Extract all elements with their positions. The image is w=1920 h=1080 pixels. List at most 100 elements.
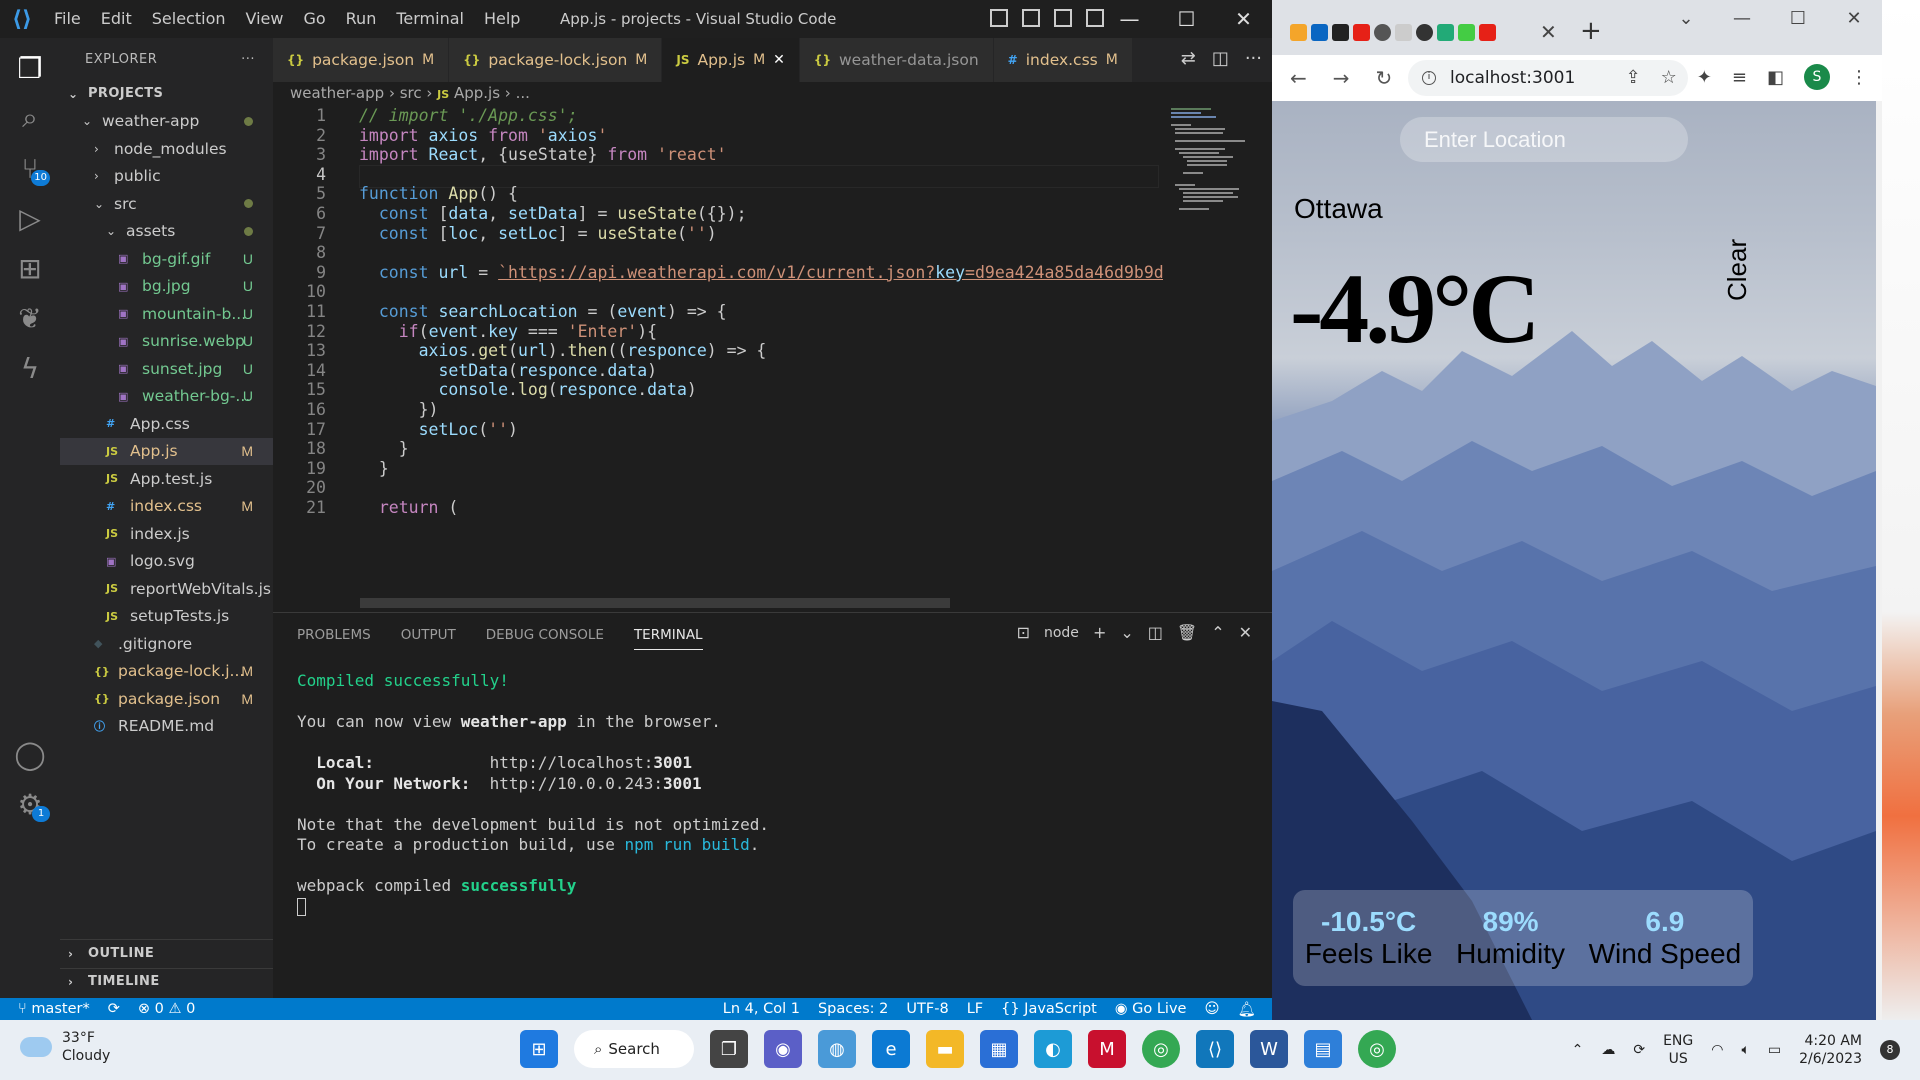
toggle-secondary-sidebar-icon[interactable] <box>1054 9 1072 27</box>
menu-run[interactable]: Run <box>336 0 387 38</box>
tree-item[interactable]: ▣ weather-bg-... U <box>60 383 273 411</box>
terminal-shell-label[interactable]: node <box>1044 625 1079 641</box>
breadcrumb-item[interactable]: src <box>400 84 422 102</box>
tree-item[interactable]: JS setupTests.js <box>60 603 273 631</box>
tree-item[interactable]: ⌄ assets <box>60 218 273 246</box>
minimap[interactable] <box>1163 106 1263 606</box>
word-icon[interactable]: W <box>1250 1030 1288 1068</box>
copilot-icon[interactable]: ◍ <box>818 1030 856 1068</box>
branch-item[interactable]: ⑂ master* <box>18 1001 90 1017</box>
new-terminal-icon[interactable]: + <box>1093 623 1106 642</box>
more-icon[interactable]: ··· <box>1245 48 1262 69</box>
feedback-icon[interactable]: ☺ <box>1204 1001 1219 1018</box>
trash-icon[interactable]: 🗑 <box>1177 623 1197 642</box>
section-projects[interactable]: ⌄ PROJECTS <box>60 80 273 108</box>
tree-item[interactable]: ◆ .gitignore <box>60 630 273 658</box>
edge-icon[interactable]: e <box>872 1030 910 1068</box>
teams-chat-icon[interactable]: ◉ <box>764 1030 802 1068</box>
breadcrumb-item[interactable]: ... <box>516 84 530 102</box>
close-icon[interactable]: ✕ <box>1215 0 1272 38</box>
explorer-icon[interactable]: ❐ <box>8 46 52 90</box>
encoding[interactable]: UTF-8 <box>906 1001 948 1018</box>
favicon-icon[interactable] <box>1416 24 1433 41</box>
compare-changes-icon[interactable]: ⇄ <box>1181 48 1196 69</box>
chrome-profile-icon[interactable]: ◎ <box>1358 1030 1396 1068</box>
tree-item[interactable]: ▣ bg.jpg U <box>60 273 273 301</box>
favicon-icon[interactable] <box>1290 24 1307 41</box>
cursor-position[interactable]: Ln 4, Col 1 <box>723 1001 800 1018</box>
tree-item[interactable]: ▣ sunset.jpg U <box>60 355 273 383</box>
eol[interactable]: LF <box>967 1001 983 1018</box>
tree-item[interactable]: › node_modules <box>60 135 273 163</box>
terminal-output[interactable]: Compiled successfully! You can now view … <box>297 671 769 917</box>
github-icon[interactable] <box>1332 24 1349 41</box>
menu-view[interactable]: View <box>236 0 294 38</box>
tree-item[interactable]: ▣ logo.svg <box>60 548 273 576</box>
tree-item[interactable]: ▣ mountain-b... U <box>60 300 273 328</box>
bookmark-star-icon[interactable]: ☆ <box>1661 67 1677 88</box>
menu-help[interactable]: Help <box>474 0 530 38</box>
location-search-input[interactable] <box>1400 117 1688 162</box>
menu-terminal[interactable]: Terminal <box>386 0 474 38</box>
sync-icon[interactable]: ⟳ <box>108 1001 120 1017</box>
chevron-down-icon[interactable]: ⌄ <box>1120 623 1133 642</box>
linkedin-icon[interactable] <box>1311 24 1328 41</box>
problems-item[interactable]: ⊗ 0 ⚠ 0 <box>138 1001 195 1017</box>
chrome-menu-icon[interactable]: ⋮ <box>1850 67 1868 88</box>
weather-widget[interactable]: 33°F Cloudy <box>20 1029 110 1065</box>
app-icon[interactable]: ◐ <box>1034 1030 1072 1068</box>
run-debug-icon[interactable]: ▷ <box>8 196 52 240</box>
section-timeline[interactable]: › TIMELINE <box>60 967 273 996</box>
maximize-panel-icon[interactable]: ⌃ <box>1211 623 1224 642</box>
tree-item[interactable]: ▣ sunrise.webp U <box>60 328 273 356</box>
tab-problems[interactable]: PROBLEMS <box>297 627 371 650</box>
editor-tab[interactable]: JS App.js M ✕ <box>662 38 800 82</box>
tree-item[interactable]: JS reportWebVitals.js <box>60 575 273 603</box>
go-live-button[interactable]: ◉ Go Live <box>1115 1001 1187 1018</box>
onedrive-icon[interactable]: ☁ <box>1601 1042 1615 1058</box>
breadcrumb-item[interactable]: App.js <box>454 84 500 102</box>
tab-terminal[interactable]: TERMINAL <box>633 627 703 650</box>
mcafee-icon[interactable]: M <box>1088 1030 1126 1068</box>
tree-item[interactable]: # App.css <box>60 410 273 438</box>
editor-tab[interactable]: {} weather-data.json <box>799 38 994 82</box>
thunder-client-icon[interactable]: ϟ <box>8 346 52 390</box>
language-mode[interactable]: {} JavaScript <box>1001 1001 1097 1018</box>
editor-horizontal-scrollbar[interactable] <box>360 598 950 608</box>
more-actions-icon[interactable]: ··· <box>241 52 255 67</box>
wifi-icon[interactable]: ◠ <box>1711 1042 1723 1058</box>
section-outline[interactable]: › OUTLINE <box>60 940 273 968</box>
reload-icon[interactable]: ↻ <box>1376 66 1393 90</box>
editor-tab[interactable]: {} package-lock.json M <box>449 38 663 82</box>
menu-edit[interactable]: Edit <box>91 0 142 38</box>
minimize-icon[interactable]: — <box>1714 8 1770 29</box>
split-terminal-icon[interactable]: ◫ <box>1148 623 1163 642</box>
code-editor[interactable]: 1 // import './App.css'; 2 import axios fro… <box>273 106 1163 606</box>
search-icon[interactable]: ⌕ <box>8 96 52 140</box>
store-icon[interactable]: ▦ <box>980 1030 1018 1068</box>
vscode-taskbar-icon[interactable]: ⟨⟩ <box>1196 1030 1234 1068</box>
notifications-bell-icon[interactable]: 🔔︎ <box>1238 1001 1256 1018</box>
close-icon[interactable]: ✕ <box>1826 8 1882 29</box>
tab-output[interactable]: OUTPUT <box>401 627 456 650</box>
close-tab-icon[interactable]: ✕ <box>1540 20 1557 44</box>
code-icon[interactable] <box>1437 24 1454 41</box>
notepad-icon[interactable]: ▤ <box>1304 1030 1342 1068</box>
youtube-icon[interactable] <box>1479 24 1496 41</box>
input-language[interactable]: ENG US <box>1663 1032 1693 1068</box>
notification-badge[interactable]: 8 <box>1880 1040 1900 1060</box>
extensions-puzzle-icon[interactable]: ✦ <box>1697 67 1712 88</box>
toggle-sidebar-icon[interactable] <box>990 9 1008 27</box>
profile-avatar[interactable]: S <box>1804 64 1830 90</box>
reading-list-icon[interactable]: ≡ <box>1732 67 1747 88</box>
tree-item[interactable]: ⌄ src <box>60 190 273 218</box>
tree-item[interactable]: {} package.json M <box>60 685 273 713</box>
start-windows-icon[interactable]: ⊞ <box>520 1030 558 1068</box>
indentation[interactable]: Spaces: 2 <box>818 1001 888 1018</box>
tree-item[interactable]: ⓘ README.md <box>60 713 273 741</box>
editor-tab[interactable]: # index.css M <box>993 38 1133 82</box>
tree-item[interactable]: ⌄ weather-app <box>60 108 273 136</box>
source-control-icon[interactable]: ⑂ 10 <box>8 146 52 190</box>
site-info-icon[interactable]: i <box>1422 71 1436 85</box>
youtube-icon[interactable] <box>1353 24 1370 41</box>
